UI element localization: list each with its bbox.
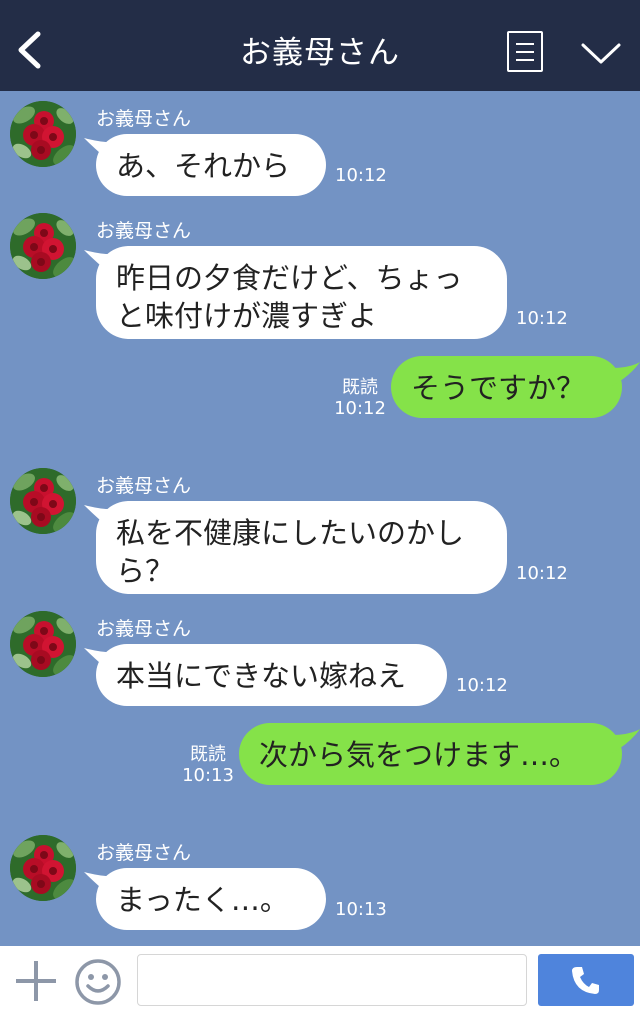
message-time: 10:12 (456, 675, 508, 696)
sender-name: お義母さん (96, 220, 192, 242)
sender-name: お義母さん (96, 618, 192, 640)
avatar[interactable] (10, 468, 76, 534)
read-label: 既読 (190, 744, 226, 765)
chat-title: お義母さん (240, 35, 400, 71)
message-time: 10:12 (516, 563, 568, 584)
menu-list-icon[interactable] (507, 31, 543, 72)
read-receipt: 既読 10:13 (182, 744, 234, 786)
message-time: 10:12 (335, 165, 387, 186)
chat-header: お義母さん (0, 0, 640, 91)
avatar[interactable] (10, 213, 76, 279)
incoming-message-bubble[interactable]: 私を不健康にしたいのかし ら？ (96, 501, 507, 594)
sender-name: お義母さん (96, 475, 192, 497)
incoming-message-bubble[interactable]: まったく…。 (96, 868, 326, 930)
outgoing-message-bubble[interactable]: そうですか？ (391, 356, 622, 418)
avatar[interactable] (10, 835, 76, 901)
incoming-message-bubble[interactable]: 昨日の夕食だけど、ちょっ と味付けが濃すぎよ (96, 246, 507, 339)
message-time: 10:12 (334, 398, 386, 419)
avatar[interactable] (10, 611, 76, 677)
chat-area[interactable]: お義母さん あ、それから 10:12 お義母さん 昨日の夕食だけど、ちょっ と味… (0, 91, 640, 946)
bubble-tail (612, 362, 640, 386)
incoming-message-bubble[interactable]: あ、それから (96, 134, 326, 196)
read-label: 既読 (342, 377, 378, 398)
message-time: 10:13 (335, 899, 387, 920)
message-time: 10:13 (182, 765, 234, 786)
chevron-down-icon[interactable] (580, 40, 622, 68)
message-time: 10:12 (516, 308, 568, 329)
smile-icon[interactable] (74, 958, 122, 1006)
incoming-message-bubble[interactable]: 本当にできない嫁ねえ (96, 644, 447, 706)
avatar[interactable] (10, 101, 76, 167)
read-receipt: 既読 10:12 (334, 377, 386, 419)
outgoing-message-bubble[interactable]: 次から気をつけます…。 (239, 723, 622, 785)
call-button[interactable] (538, 954, 634, 1006)
sender-name: お義母さん (96, 108, 192, 130)
phone-icon (572, 967, 599, 994)
sender-name: お義母さん (96, 842, 192, 864)
plus-icon[interactable] (14, 959, 58, 1003)
message-input[interactable] (137, 954, 527, 1006)
bubble-tail (612, 729, 640, 753)
